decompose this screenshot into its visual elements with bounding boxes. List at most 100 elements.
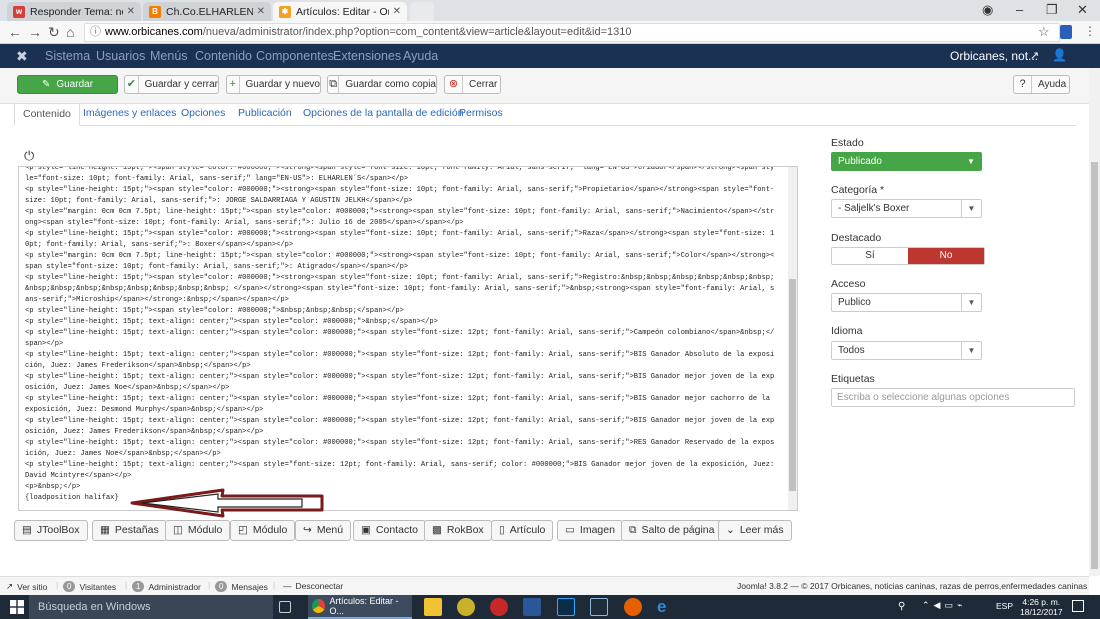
browser-tab-1[interactable]: w Responder Tema: no me ✕ <box>7 2 141 21</box>
content-tabs: Contenido Imágenes y enlaces Opciones Pu… <box>14 103 1076 126</box>
word-icon[interactable] <box>523 598 541 616</box>
save-copy-button[interactable]: ⧉ Guardar como copia <box>327 75 437 94</box>
visitors-status[interactable]: 0 Visitantes <box>63 581 116 592</box>
editor-button-men-[interactable]: ↪ Menú <box>295 520 352 541</box>
editor-scrollbar-thumb[interactable] <box>789 279 796 491</box>
save-close-button[interactable]: ✔ Guardar y cerrar <box>124 75 219 94</box>
code-line: <p style="line-height: 15pt; text-align:… <box>25 417 775 436</box>
app-icon[interactable] <box>457 598 475 616</box>
destacado-no-button[interactable]: No <box>908 248 984 264</box>
close-window-icon[interactable]: ✕ <box>1077 2 1088 18</box>
save-button[interactable]: ✎ Guardar <box>17 75 118 94</box>
tab-contenido[interactable]: Contenido <box>14 103 80 126</box>
destacado-si-button[interactable]: Sí <box>832 248 908 264</box>
editor-button-m-dulo[interactable]: ◰ Módulo <box>230 520 296 541</box>
file-explorer-icon[interactable] <box>424 598 442 616</box>
browser-tab-2[interactable]: B Ch.Co.ELHARLEN'S HALI ✕ <box>143 2 271 21</box>
etiquetas-label: Etiquetas <box>831 373 875 385</box>
messages-status[interactable]: 0 Mensajes <box>215 581 268 592</box>
close-tab-icon[interactable]: ✕ <box>127 6 135 17</box>
menu-sistema[interactable]: Sistema <box>45 49 90 63</box>
profile-icon[interactable]: ◉ <box>982 2 993 18</box>
external-link-icon: ↗ <box>6 581 14 591</box>
back-icon[interactable]: ← <box>8 24 22 40</box>
url-host: www.orbicanes.com <box>105 26 203 38</box>
task-view-icon[interactable] <box>279 601 291 613</box>
close-button[interactable]: ⊗ Cerrar <box>444 75 501 94</box>
toggle-editor-icon[interactable]: ⏻ <box>24 148 34 164</box>
tab-permisos[interactable]: Permisos <box>459 104 503 121</box>
language-indicator[interactable]: ESP <box>996 601 1013 611</box>
editor-button-jtoolbox[interactable]: ▤ JToolBox <box>14 520 88 541</box>
restore-icon[interactable]: ❐ <box>1046 2 1058 18</box>
system-tray-icons[interactable]: ⌃◀▭⌁ <box>922 600 966 611</box>
idioma-select[interactable]: Todos ▼ <box>831 341 982 360</box>
home-icon[interactable]: ⌂ <box>66 24 74 40</box>
url-field[interactable]: ⓘ www.orbicanes.com/nueva/administrator/… <box>84 23 1060 42</box>
forward-icon[interactable]: → <box>28 24 42 40</box>
save-new-button[interactable]: + Guardar y nuevo <box>226 75 321 94</box>
etiquetas-input[interactable]: Escriba o seleccione algunas opciones <box>831 388 1075 407</box>
menu-menus[interactable]: Menús <box>150 49 188 63</box>
tab-opciones[interactable]: Opciones <box>181 104 225 121</box>
menu-usuarios[interactable]: Usuarios <box>96 49 145 63</box>
rokbox-icon: ▩ <box>432 524 442 536</box>
notifications-icon[interactable] <box>1072 600 1084 612</box>
bookmark-star-icon[interactable]: ☆ <box>1038 24 1050 40</box>
module-icon: ◫ <box>173 524 183 536</box>
admin-status[interactable]: 1 Administrador <box>132 581 201 592</box>
editor-button-pesta-as[interactable]: ▦ Pestañas <box>92 520 167 541</box>
page-scrollbar[interactable] <box>1089 68 1100 576</box>
chrome-menu-icon[interactable]: ⋮ <box>1084 24 1096 38</box>
joomla-admin-header: ✖ Sistema Usuarios Menús Contenido Compo… <box>0 44 1100 68</box>
tab-imagenes[interactable]: Imágenes y enlaces <box>83 104 176 121</box>
reload-icon[interactable]: ↻ <box>48 24 60 41</box>
editor-button-contacto[interactable]: ▣ Contacto <box>353 520 426 541</box>
joomla-logo-icon[interactable]: ✖ <box>16 48 28 65</box>
taskbar-clock[interactable]: 4:26 p. m. 18/12/2017 <box>1020 597 1063 617</box>
tab-publicacion[interactable]: Publicación <box>238 104 292 121</box>
tab-opciones-pantalla[interactable]: Opciones de la pantalla de edición <box>303 104 464 121</box>
browser-tab-3-active[interactable]: ✱ Artículos: Editar - Orbica ✕ <box>273 2 407 21</box>
lightroom-icon[interactable] <box>590 598 608 616</box>
editor-button-imagen[interactable]: ▭ Imagen <box>557 520 623 541</box>
firefox-icon[interactable] <box>624 598 642 616</box>
cancel-icon: ⊗ <box>445 76 463 93</box>
help-button[interactable]: ? Ayuda <box>1013 75 1070 94</box>
editor-button-leer-m-s[interactable]: ⌄ Leer más <box>718 520 792 541</box>
code-line: <p style="line-height: 15pt;"><span styl… <box>25 274 775 304</box>
taskbar-chrome-app[interactable]: Artículos: Editar - O... <box>308 595 412 619</box>
menu-contenido[interactable]: Contenido <box>195 49 252 63</box>
external-link-icon[interactable]: ↗ <box>1030 49 1039 62</box>
html-code-editor[interactable]: <p style="line-height: 15pt;"><span styl… <box>18 166 798 511</box>
photoshop-icon[interactable] <box>557 598 575 616</box>
editor-button-salto-de-p-gina[interactable]: ⧉ Salto de página <box>621 520 723 541</box>
categoria-select[interactable]: - Saljelk's Boxer ▼ <box>831 199 982 218</box>
people-icon[interactable]: ⚲ <box>898 601 905 612</box>
menu-extensiones[interactable]: Extensiones <box>333 49 401 63</box>
menu-ayuda[interactable]: Ayuda <box>403 49 438 63</box>
windows-start-icon[interactable] <box>10 600 24 614</box>
view-site-link[interactable]: ↗ Ver sitio <box>6 581 47 592</box>
estado-select[interactable]: Publicado ▼ <box>831 152 982 171</box>
acceso-select[interactable]: Publico ▼ <box>831 293 982 312</box>
windows-search-box[interactable]: Búsqueda en Windows <box>29 595 273 619</box>
app-red-icon[interactable] <box>490 598 508 616</box>
page-scrollbar-thumb[interactable] <box>1091 162 1098 569</box>
extension-icon[interactable] <box>1060 25 1072 39</box>
user-menu-icon[interactable]: 👤 <box>1052 48 1067 62</box>
editor-button-rokbox[interactable]: ▩ RokBox <box>424 520 492 541</box>
logout-link[interactable]: — Desconectar <box>283 581 343 591</box>
new-tab-button[interactable] <box>410 2 434 21</box>
idioma-label: Idioma <box>831 325 863 337</box>
site-name-link[interactable]: Orbicanes, not... <box>950 49 1038 63</box>
menu-componentes[interactable]: Componentes <box>256 49 334 63</box>
edge-icon[interactable]: e <box>657 598 675 616</box>
destacado-toggle: Sí No <box>831 247 985 265</box>
minimize-icon[interactable]: – <box>1016 2 1023 17</box>
editor-button-m-dulo[interactable]: ◫ Módulo <box>165 520 231 541</box>
close-tab-icon[interactable]: ✕ <box>393 6 401 17</box>
editor-button-art-culo[interactable]: ▯ Artículo <box>491 520 554 541</box>
close-tab-icon[interactable]: ✕ <box>257 6 265 17</box>
editor-scrollbar[interactable] <box>788 167 797 510</box>
